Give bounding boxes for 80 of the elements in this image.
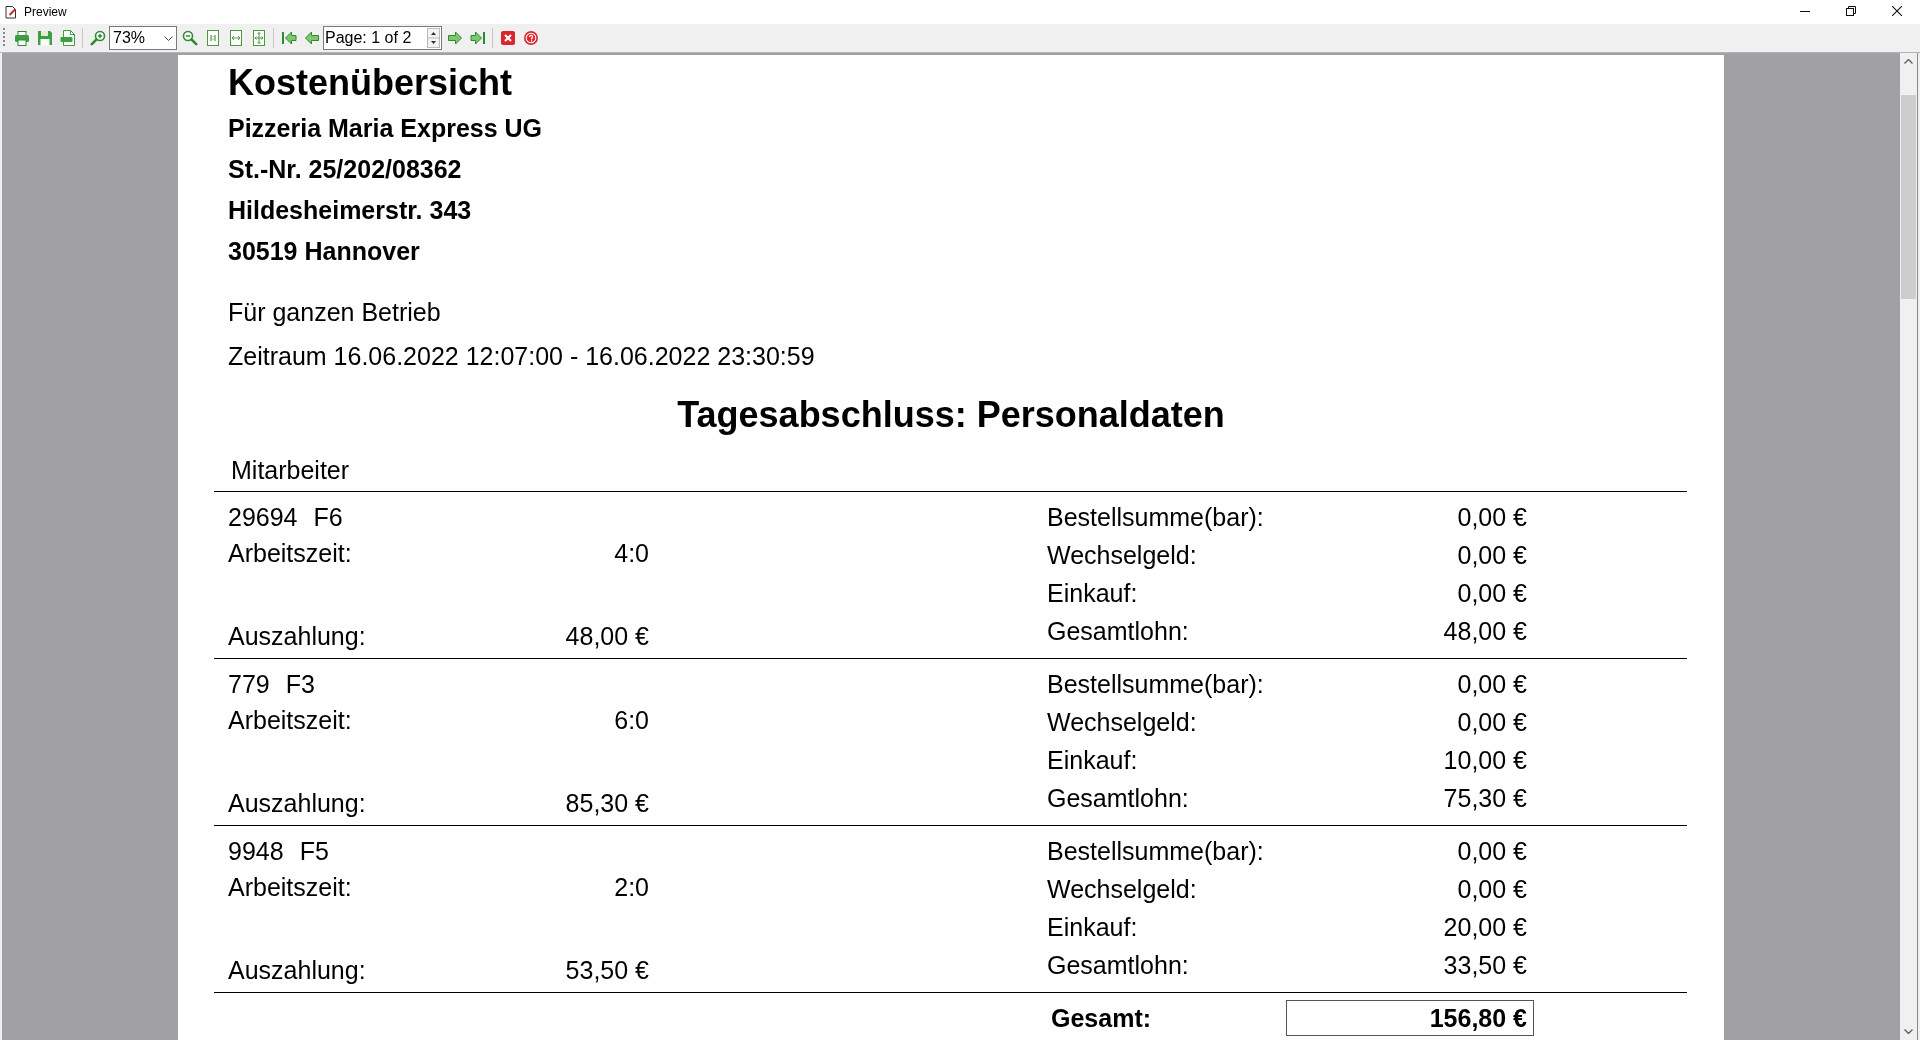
employee-number: 29694	[228, 502, 298, 533]
work-time-value: 4:0	[614, 538, 649, 569]
grip-icon	[3, 27, 6, 49]
payout-value: 48,00 €	[565, 621, 649, 652]
figure-value: 0,00 €	[1457, 502, 1527, 533]
page-icon	[204, 30, 221, 46]
scope-text: Für ganzen Betrieb	[228, 297, 441, 328]
right-arrow-icon	[446, 30, 463, 46]
employee-number: 9948	[228, 836, 284, 867]
print-icon	[13, 30, 30, 46]
close-icon	[499, 30, 516, 46]
section-title: Tagesabschluss: Personaldaten	[677, 393, 1225, 437]
figure-label: Wechselgeld:	[1047, 540, 1197, 571]
figure-label: Gesamtlohn:	[1047, 783, 1189, 814]
figure-label: Bestellsumme(bar):	[1047, 669, 1264, 700]
work-time-label: Arbeitszeit:	[228, 872, 352, 903]
figure-label: Bestellsumme(bar):	[1047, 502, 1264, 533]
employee-code: F5	[299, 836, 329, 867]
page-field[interactable]: Page: 1 of 2	[323, 26, 442, 50]
page-arrows-icon	[250, 30, 267, 46]
company-line: Pizzeria Maria Express UG	[228, 113, 543, 144]
total-label: Gesamt:	[1051, 1003, 1152, 1033]
figure-label: Einkauf:	[1047, 912, 1138, 943]
figure-value: 0,00 €	[1457, 707, 1527, 738]
window-title: Preview	[24, 5, 67, 19]
figure-value: 0,00 €	[1457, 836, 1527, 867]
figure-label: Gesamtlohn:	[1047, 950, 1189, 981]
company-line: 30519 Hannover	[228, 236, 420, 267]
figure-label: Wechselgeld:	[1047, 874, 1197, 905]
work-time-label: Arbeitszeit:	[228, 705, 352, 736]
zoom-out-icon	[181, 30, 198, 46]
figure-label: Wechselgeld:	[1047, 707, 1197, 738]
spinner-icon[interactable]	[427, 28, 440, 48]
company-line: St.-Nr. 25/202/08362	[228, 154, 462, 185]
payout-value: 53,50 €	[565, 955, 649, 986]
figure-value: 0,00 €	[1457, 669, 1527, 700]
zoom-in-icon	[89, 30, 106, 46]
caret-down-icon	[1904, 1029, 1913, 1034]
figure-value: 0,00 €	[1457, 578, 1527, 609]
total-amount: 156,80 €	[1286, 1000, 1534, 1036]
figure-value: 75,30 €	[1443, 783, 1527, 814]
report-title: Kostenübersicht	[228, 61, 513, 105]
work-time-value: 2:0	[614, 872, 649, 903]
document-icon	[59, 30, 76, 46]
figure-value: 20,00 €	[1443, 912, 1527, 943]
zoom-combo[interactable]: 73%	[109, 26, 177, 50]
save-icon	[36, 30, 53, 46]
skip-right-arrow-icon	[469, 30, 486, 46]
figure-label: Einkauf:	[1047, 578, 1138, 609]
employee-number: 779	[228, 669, 270, 700]
help-icon	[522, 30, 539, 46]
caret-icon	[164, 35, 173, 41]
scroll-thumb[interactable]	[1901, 95, 1916, 299]
app-icon	[4, 5, 18, 19]
figure-value: 48,00 €	[1443, 616, 1527, 647]
employee-code: F6	[313, 502, 343, 533]
left-arrow-icon	[303, 30, 320, 46]
payout-label: Auszahlung:	[228, 621, 366, 652]
figure-label: Gesamtlohn:	[1047, 616, 1189, 647]
caret-up-icon	[1904, 59, 1913, 64]
figure-value: 0,00 €	[1457, 874, 1527, 905]
work-time-label: Arbeitszeit:	[228, 538, 352, 569]
figure-value: 33,50 €	[1443, 950, 1527, 981]
work-time-value: 6:0	[614, 705, 649, 736]
payout-label: Auszahlung:	[228, 955, 366, 986]
employee-code: F3	[285, 669, 315, 700]
restore-icon	[1846, 6, 1856, 16]
figure-label: Bestellsumme(bar):	[1047, 836, 1264, 867]
minimize-icon	[1800, 10, 1810, 12]
payout-label: Auszahlung:	[228, 788, 366, 819]
skip-left-arrow-icon	[280, 30, 297, 46]
period-text: Zeitraum 16.06.2022 12:07:00 - 16.06.2022 23:30:59	[228, 341, 815, 372]
figure-value: 0,00 €	[1457, 540, 1527, 571]
column-header: Mitarbeiter	[231, 455, 350, 485]
payout-value: 85,30 €	[565, 788, 649, 819]
figure-label: Einkauf:	[1047, 745, 1138, 776]
close-icon	[1892, 6, 1902, 16]
company-line: Hildesheimerstr. 343	[228, 195, 472, 226]
page-width-icon	[227, 30, 244, 46]
figure-value: 10,00 €	[1443, 745, 1527, 776]
